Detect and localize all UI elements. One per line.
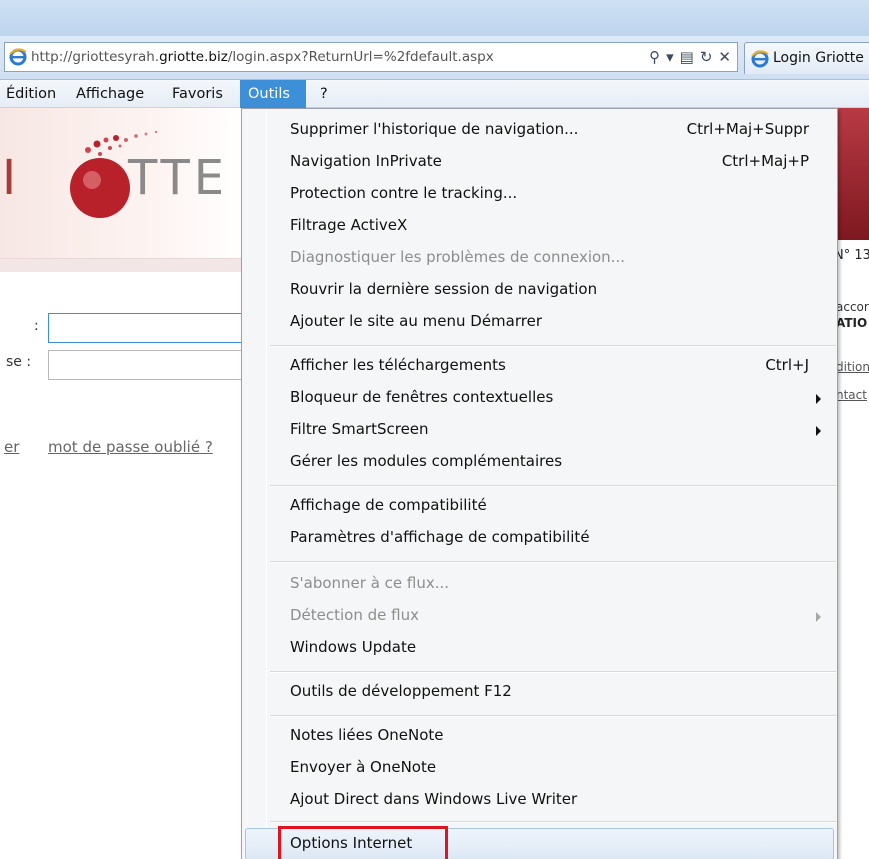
banner-red-block (834, 108, 869, 240)
password-input[interactable] (48, 350, 248, 380)
register-link[interactable]: er (4, 438, 19, 456)
menu-item-delete-history[interactable]: Supprimer l'historique de navigation... … (242, 115, 837, 147)
menu-item-f12-devtools[interactable]: Outils de développement F12 (242, 677, 837, 709)
menu-bar: Édition Affichage Favoris Outils ? (0, 80, 869, 108)
tools-dropdown-menu: Supprimer l'historique de navigation... … (241, 108, 838, 859)
menu-affichage[interactable]: Affichage (68, 80, 152, 108)
browser-tab[interactable]: Login Griotte (744, 42, 869, 74)
menu-separator (270, 485, 836, 487)
menu-item-inprivate[interactable]: Navigation InPrivate Ctrl+Maj+P (242, 147, 837, 179)
stop-icon[interactable]: ✕ (718, 46, 731, 68)
refresh-icon[interactable]: ↻ (700, 46, 713, 68)
shortcut-label: Ctrl+Maj+Suppr (686, 120, 809, 138)
menu-item-feed-discovery: Détection de flux (242, 601, 837, 633)
menu-separator (270, 345, 836, 347)
forgot-password-link[interactable]: mot de passe oublié ? (48, 438, 213, 456)
menu-favoris[interactable]: Favoris (164, 80, 231, 108)
menu-edition[interactable]: Édition (0, 80, 64, 108)
logo-wordmark: TTE (128, 150, 229, 206)
highlight-annotation-box (278, 826, 448, 859)
menu-item-smartscreen[interactable]: Filtre SmartScreen (242, 415, 837, 447)
menu-item-send-to-onenote[interactable]: Envoyer à OneNote (242, 753, 837, 785)
menu-help[interactable]: ? (312, 80, 336, 108)
issue-number: N° 13 (834, 240, 869, 272)
address-tools: ⚲ ▾ ▤ ↻ ✕ (649, 46, 731, 68)
side-link[interactable]: ditions (836, 360, 869, 374)
shortcut-label: Ctrl+J (765, 356, 809, 374)
menu-item-windows-update[interactable]: Windows Update (242, 633, 837, 665)
tab-title: Login Griotte (773, 50, 864, 66)
menu-item-popup-blocker[interactable]: Bloqueur de fenêtres contextuelles (242, 383, 837, 415)
menu-outils[interactable]: Outils (240, 80, 306, 108)
address-bar[interactable]: http://griottesyrah.griotte.biz/login.as… (4, 42, 738, 72)
side-link[interactable]: ntact (836, 388, 869, 402)
menu-item-onenote-linked-notes[interactable]: Notes liées OneNote (242, 721, 837, 753)
submenu-arrow-icon (816, 426, 821, 436)
logo-initial: I (2, 150, 17, 206)
menu-item-add-to-start[interactable]: Ajouter le site au menu Démarrer (242, 307, 837, 339)
menu-item-manage-addons[interactable]: Gérer les modules complémentaires (242, 447, 837, 479)
menu-separator (270, 671, 836, 673)
login-input[interactable] (48, 313, 248, 343)
side-text-bold: ATIO (836, 316, 868, 330)
menu-item-compat-view[interactable]: Affichage de compatibilité (242, 491, 837, 523)
menu-item-downloads[interactable]: Afficher les téléchargements Ctrl+J (242, 351, 837, 383)
ie-logo-icon (751, 50, 769, 68)
submenu-arrow-icon (816, 612, 821, 622)
menu-item-compat-settings[interactable]: Paramètres d'affichage de compatibilité (242, 523, 837, 555)
submenu-arrow-icon (816, 394, 821, 404)
dropdown-arrow-icon[interactable]: ▾ (666, 46, 674, 68)
ie-logo-icon (9, 48, 27, 66)
side-text: accord (836, 300, 869, 314)
menu-item-activex-filtering[interactable]: Filtrage ActiveX (242, 211, 837, 243)
menu-item-subscribe-feed: S'abonner à ce flux... (290, 574, 450, 592)
menu-separator (270, 821, 836, 823)
password-field-label: se : (6, 354, 32, 370)
menu-item-diagnose-connection: Diagnostiquer les problèmes de connexion… (290, 248, 625, 266)
url-text: http://griottesyrah.griotte.biz/login.as… (31, 49, 494, 65)
menu-item-tracking-protection[interactable]: Protection contre le tracking... (242, 179, 837, 211)
shortcut-label: Ctrl+Maj+P (721, 152, 809, 170)
menu-item-reopen-session[interactable]: Rouvrir la dernière session de navigatio… (242, 275, 837, 307)
address-row: http://griottesyrah.griotte.biz/login.as… (0, 36, 869, 80)
menu-separator (270, 561, 836, 563)
search-icon[interactable]: ⚲ (649, 46, 660, 68)
login-field-label: : (34, 318, 39, 334)
window-titlebar (0, 0, 869, 36)
compat-view-icon[interactable]: ▤ (680, 46, 694, 68)
menu-separator (270, 715, 836, 717)
menu-item-live-writer[interactable]: Ajout Direct dans Windows Live Writer (242, 785, 837, 817)
